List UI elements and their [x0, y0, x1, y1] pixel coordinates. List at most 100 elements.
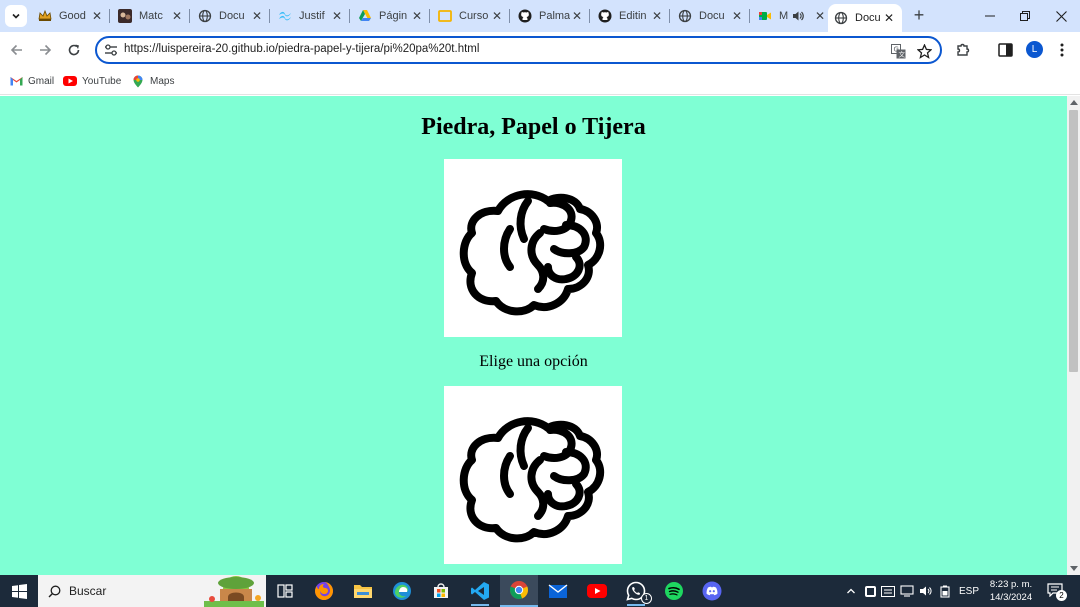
tab-search-button[interactable] — [5, 5, 27, 27]
course-favicon-icon — [438, 9, 452, 23]
close-tab-icon[interactable]: ✕ — [250, 9, 264, 23]
tab-separator — [669, 9, 670, 23]
computer-choice-rock-image — [444, 159, 622, 337]
match-favicon-icon — [118, 9, 132, 23]
github-favicon-icon — [598, 9, 612, 23]
url-text[interactable]: https://luispereira-20.github.io/piedra-… — [124, 43, 479, 55]
battery-icon[interactable] — [937, 575, 953, 607]
close-tab-icon[interactable]: ✕ — [410, 9, 424, 23]
speaker-audio-icon[interactable] — [791, 9, 805, 23]
network-icon — [900, 585, 914, 597]
scroll-up-arrow-icon[interactable] — [1070, 100, 1078, 105]
player-choice-rock-image[interactable] — [444, 386, 622, 564]
side-panel-icon[interactable] — [997, 42, 1013, 58]
task-view-button[interactable] — [266, 575, 304, 607]
close-tab-icon[interactable]: ✕ — [650, 9, 664, 23]
bookmark-maps[interactable]: Maps — [131, 73, 174, 89]
windows-logo-icon — [11, 583, 27, 599]
keyboard-icon — [881, 585, 895, 597]
tab-title: Good — [59, 10, 86, 22]
clock-date: 14/3/2024 — [989, 592, 1033, 603]
taskbar-chrome[interactable] — [500, 575, 538, 607]
meet-favicon-icon — [758, 9, 772, 23]
tab-match[interactable]: Matc ✕ — [112, 4, 190, 28]
reload-icon — [68, 44, 80, 56]
edge-icon — [393, 582, 411, 600]
gmail-icon — [9, 75, 23, 87]
network-icon[interactable] — [899, 575, 915, 607]
minimize-button[interactable] — [971, 0, 1009, 32]
clock[interactable]: 8:23 p. m. 14/3/2024 — [985, 578, 1037, 604]
close-tab-icon[interactable]: ✕ — [570, 9, 584, 23]
taskbar-edge[interactable] — [383, 575, 421, 607]
volume-icon[interactable] — [918, 575, 934, 607]
vertical-scrollbar[interactable] — [1067, 96, 1080, 575]
close-tab-icon[interactable]: ✕ — [330, 9, 344, 23]
taskbar-search-box[interactable]: Buscar — [38, 575, 266, 607]
taskbar-vscode[interactable] — [461, 575, 499, 607]
scroll-down-arrow-icon[interactable] — [1070, 566, 1078, 571]
vscode-icon — [471, 582, 489, 600]
restore-button[interactable] — [1006, 0, 1044, 32]
fist-rock-icon — [459, 416, 605, 542]
tab-justif[interactable]: Justif ✕ — [272, 4, 350, 28]
taskbar-spotify[interactable] — [655, 575, 693, 607]
input-method-icon[interactable] — [880, 575, 896, 607]
back-button[interactable] — [7, 40, 27, 60]
globe-favicon-icon — [678, 9, 692, 23]
taskbar-discord[interactable] — [693, 575, 731, 607]
close-tab-icon[interactable]: ✕ — [882, 11, 896, 25]
tab-editing[interactable]: Editin ✕ — [592, 4, 670, 28]
tab-good[interactable]: Good ✕ — [32, 4, 110, 28]
forward-button[interactable] — [35, 40, 55, 60]
language-indicator[interactable]: ESP — [956, 575, 982, 607]
show-hidden-icons-button[interactable] — [843, 575, 859, 607]
close-window-button[interactable] — [1042, 0, 1080, 32]
close-tab-icon[interactable]: ✕ — [490, 9, 504, 23]
tab-separator — [589, 9, 590, 23]
tab-curso[interactable]: Curso ✕ — [432, 4, 510, 28]
taskbar-whatsapp[interactable]: 1 — [617, 575, 655, 607]
bookmark-youtube[interactable]: YouTube — [63, 73, 121, 89]
tray-app-icon[interactable] — [862, 575, 878, 607]
tab-docu-2[interactable]: Docu ✕ — [672, 4, 750, 28]
tab-pagina[interactable]: Págin ✕ — [352, 4, 430, 28]
discord-icon — [702, 581, 722, 601]
taskbar-youtube[interactable] — [578, 575, 616, 607]
taskbar-mail[interactable] — [539, 575, 577, 607]
tab-separator — [269, 9, 270, 23]
close-tab-icon[interactable]: ✕ — [90, 9, 104, 23]
site-settings-icon[interactable] — [104, 44, 118, 56]
more-menu-icon[interactable] — [1054, 42, 1070, 58]
battery-icon — [939, 585, 950, 598]
tab-docu-active[interactable]: Docu ✕ — [828, 4, 902, 32]
taskbar-file-explorer[interactable] — [344, 575, 382, 607]
restore-icon — [1020, 11, 1030, 21]
tab-palma[interactable]: Palma ✕ — [512, 4, 590, 28]
svg-text:文: 文 — [898, 49, 905, 58]
close-tab-icon[interactable]: ✕ — [170, 9, 184, 23]
volume-icon — [920, 586, 932, 596]
tab-docu-1[interactable]: Docu ✕ — [192, 4, 270, 28]
taskbar-firefox[interactable] — [305, 575, 343, 607]
close-tab-icon[interactable]: ✕ — [813, 9, 827, 23]
tab-strip: Good ✕ Matc ✕ Docu ✕ Justif ✕ Págin ✕ Cu… — [0, 0, 1080, 32]
bookmark-star-icon[interactable] — [916, 43, 932, 59]
address-bar[interactable]: https://luispereira-20.github.io/piedra-… — [95, 36, 942, 64]
close-tab-icon[interactable]: ✕ — [730, 9, 744, 23]
tab-title: Matc — [139, 10, 163, 22]
translate-icon[interactable]: G文 — [890, 43, 906, 59]
bookmark-gmail[interactable]: Gmail — [9, 73, 54, 89]
tab-meet[interactable]: M ✕ — [752, 4, 830, 28]
bookmark-label: YouTube — [82, 75, 122, 87]
close-icon — [1055, 10, 1067, 22]
scroll-thumb[interactable] — [1069, 110, 1078, 372]
globe-favicon-icon — [198, 9, 212, 23]
profile-avatar[interactable]: L — [1026, 41, 1043, 58]
new-tab-button[interactable]: + — [909, 6, 929, 26]
reload-button[interactable] — [64, 40, 84, 60]
start-button[interactable] — [0, 575, 38, 607]
extensions-puzzle-icon[interactable] — [955, 42, 971, 58]
youtube-icon — [63, 75, 77, 87]
taskbar-microsoft-store[interactable] — [422, 575, 460, 607]
